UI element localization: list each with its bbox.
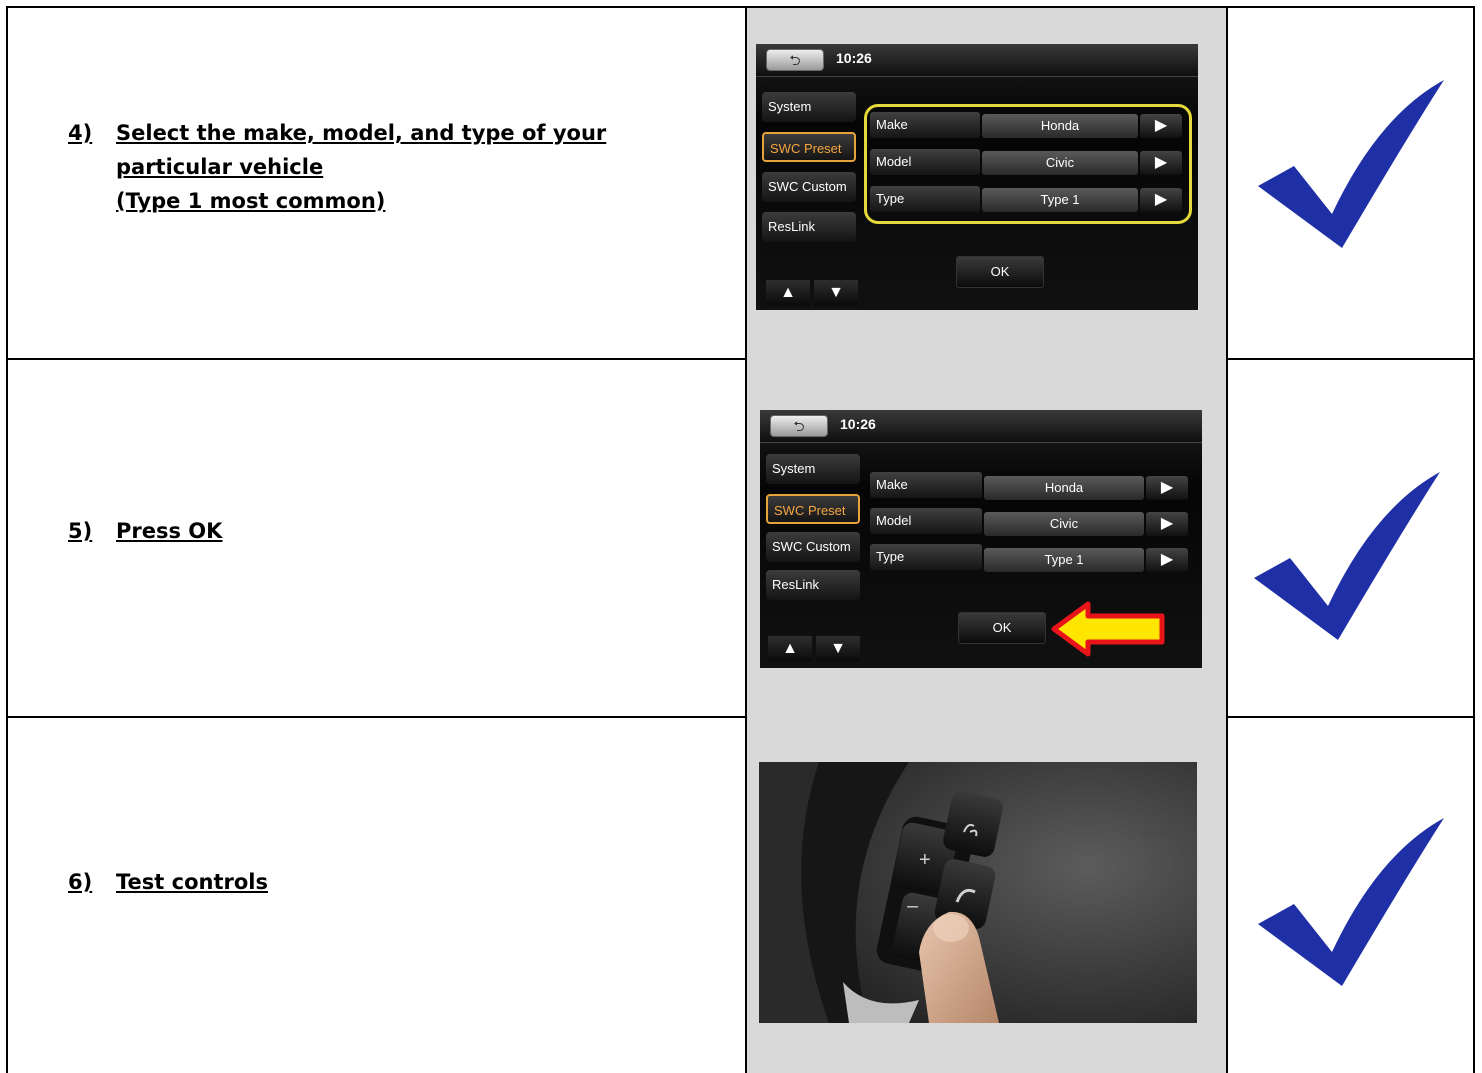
menu-item-system[interactable]: System: [766, 454, 860, 484]
status-bar: ⮌ 10:26: [760, 410, 1202, 443]
step-5-text: 5) Press OK: [68, 519, 223, 543]
volume-up-icon: +: [919, 849, 931, 871]
column-divider: [1226, 6, 1228, 1073]
checkmark-icon: [1258, 80, 1444, 248]
clock: 10:26: [836, 50, 872, 66]
checkmark-icon: [1254, 472, 1440, 640]
menu-item-swc-preset[interactable]: SWC Preset: [762, 132, 856, 162]
back-button[interactable]: ⮌: [770, 415, 828, 437]
model-next-button[interactable]: ▶: [1146, 512, 1188, 536]
type-next-button[interactable]: ▶: [1146, 548, 1188, 572]
row-divider: [6, 716, 1475, 718]
head-unit-screen: ⮌ 10:26 System SWC Preset SWC Custom Res…: [756, 44, 1198, 310]
steering-wheel-photo: + –: [759, 762, 1197, 1023]
back-button[interactable]: ⮌: [766, 49, 824, 71]
table-border: [1473, 6, 1475, 1073]
type-value[interactable]: Type 1: [984, 548, 1144, 572]
menu-item-swc-custom[interactable]: SWC Custom: [766, 532, 860, 562]
head-unit-screen: ⮌ 10:26 System SWC Preset SWC Custom Res…: [760, 410, 1202, 668]
make-value[interactable]: Honda: [984, 476, 1144, 500]
play-arrow-icon: ▶: [1160, 515, 1174, 532]
scroll-up-button[interactable]: ▲: [768, 636, 812, 662]
menu-item-system[interactable]: System: [762, 92, 856, 122]
menu-item-reslink[interactable]: ResLink: [766, 570, 860, 600]
model-label: Model: [870, 508, 982, 534]
volume-down-icon: –: [907, 895, 919, 917]
pointer-arrow-icon: [1051, 601, 1165, 657]
play-arrow-icon: ▶: [1160, 551, 1174, 568]
scroll-down-button[interactable]: ▼: [816, 636, 860, 662]
scroll-up-button[interactable]: ▲: [766, 280, 810, 306]
up-arrow-icon: ▲: [782, 640, 798, 657]
table-border: [6, 6, 1475, 8]
step-6-text: 6) Test controls: [68, 870, 268, 894]
down-arrow-icon: ▼: [828, 284, 844, 301]
back-arrow-icon: ⮌: [789, 52, 801, 68]
make-next-button[interactable]: ▶: [1146, 476, 1188, 500]
scroll-down-button[interactable]: ▼: [814, 280, 858, 306]
menu-item-reslink[interactable]: ResLink: [762, 212, 856, 242]
checkmark-icon: [1258, 818, 1444, 986]
type-label: Type: [870, 544, 982, 570]
highlight-box: [864, 104, 1192, 224]
table-border: [6, 6, 8, 1073]
step-4-text: 4) Select the make, model, and type of yo…: [68, 121, 607, 213]
menu-item-swc-preset[interactable]: SWC Preset: [766, 494, 860, 524]
make-label: Make: [870, 472, 982, 498]
model-value[interactable]: Civic: [984, 512, 1144, 536]
ok-button[interactable]: OK: [956, 256, 1044, 288]
down-arrow-icon: ▼: [830, 640, 846, 657]
clock: 10:26: [840, 416, 876, 432]
up-arrow-icon: ▲: [780, 284, 796, 301]
status-bar: ⮌ 10:26: [756, 44, 1198, 77]
menu-item-swc-custom[interactable]: SWC Custom: [762, 172, 856, 202]
play-arrow-icon: ▶: [1160, 479, 1174, 496]
back-arrow-icon: ⮌: [793, 418, 805, 434]
instruction-table: 4) Select the make, model, and type of yo…: [6, 6, 1475, 1073]
row-divider: [6, 358, 1475, 360]
ok-button[interactable]: OK: [958, 612, 1046, 644]
